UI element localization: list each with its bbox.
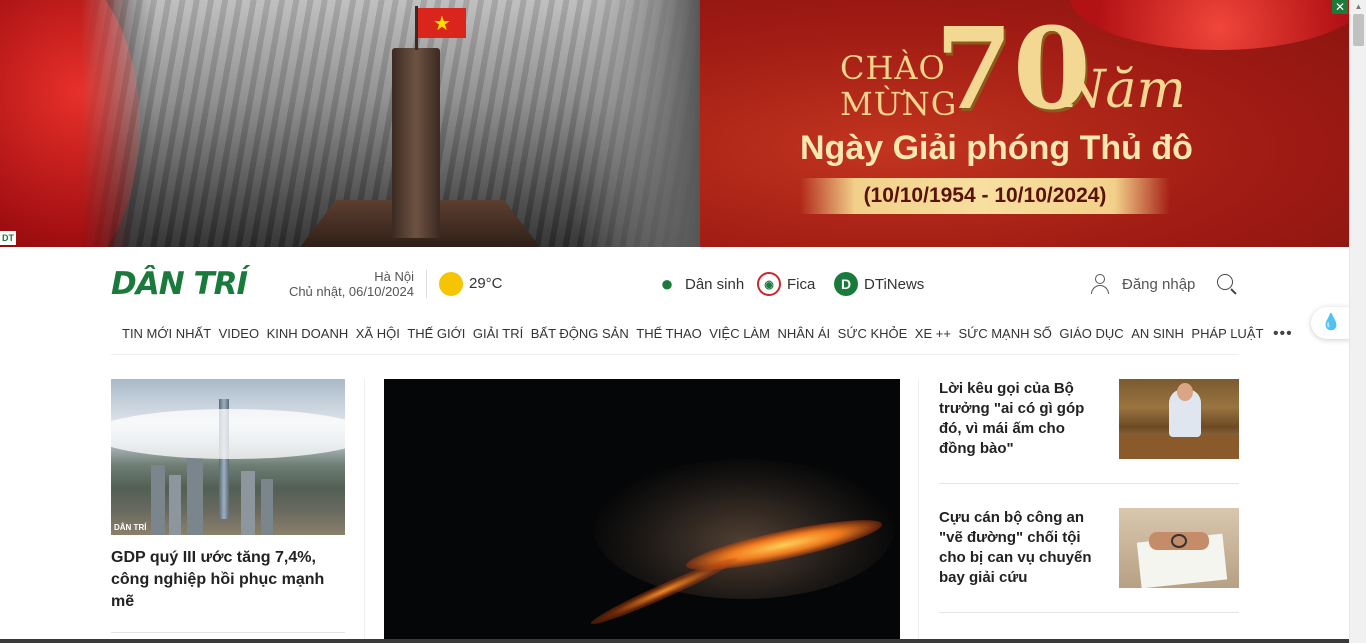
city-label: Hà Nội [374, 269, 414, 284]
scrollbar[interactable]: ▲ [1349, 0, 1366, 643]
banner-nam: Năm [1060, 60, 1186, 120]
search-icon[interactable] [1217, 274, 1237, 295]
scroll-up-icon[interactable]: ▲ [1350, 0, 1366, 14]
page: ★ CHÀO MỪNG 70 Năm Ngày Giải phóng Thủ đ… [0, 0, 1366, 643]
anniversary-banner[interactable]: ★ CHÀO MỪNG 70 Năm Ngày Giải phóng Thủ đ… [0, 0, 1349, 247]
nav-item-giao-duc[interactable]: GIÁO DỤC [1059, 321, 1123, 347]
drop-icon: ● [660, 271, 674, 296]
nav-item-giai-tri[interactable]: GIẢI TRÍ [473, 321, 523, 347]
nav-item-xe[interactable]: XE ++ [915, 321, 951, 347]
nav-item-suc-khoe[interactable]: SỨC KHỎE [838, 321, 908, 347]
divider [111, 632, 345, 633]
hero-image-forest-fire[interactable] [384, 379, 900, 643]
temperature: 29°C [469, 275, 503, 292]
flag-tower [392, 48, 440, 238]
nav-item-kinh-doanh[interactable]: KINH DOANH [267, 321, 349, 347]
close-ad-button[interactable]: ✕ [1332, 0, 1348, 14]
nav-item-the-gioi[interactable]: THẾ GIỚI [407, 321, 465, 347]
dt-mini-logo: DT [0, 231, 16, 245]
globe-icon: ◉ [757, 272, 781, 296]
dantri-logo[interactable]: DÂN TRÍ [111, 267, 248, 301]
brand-dansinh-link[interactable]: ● Dân sinh [655, 271, 744, 297]
nav-item-viec-lam[interactable]: VIỆC LÀM [709, 321, 770, 347]
article-thumbnail[interactable]: DÂN TRÍ [111, 379, 345, 535]
floating-water-button[interactable]: 💧 [1311, 307, 1351, 339]
nav-item-phap-luat[interactable]: PHÁP LUẬT [1191, 321, 1263, 347]
header-divider [426, 270, 427, 298]
thumbnail-watermark: DÂN TRÍ [114, 523, 147, 532]
user-icon [1090, 273, 1110, 295]
nav-item-the-thao[interactable]: THỂ THAO [636, 321, 702, 347]
location-date: Hà Nội Chủ nhật, 06/10/2024 [276, 269, 414, 299]
bottom-bar [0, 639, 1349, 643]
column-divider [364, 379, 365, 643]
nav-item-suc-manh-so[interactable]: SỨC MẠNH SỐ [958, 321, 1051, 347]
side-article[interactable]: Lời kêu gọi của Bộ trưởng "ai có gì góp … [939, 379, 1239, 459]
divider [939, 483, 1239, 484]
nav-item-tin-moi-nhat[interactable]: TIN MỚI NHẤT [122, 321, 211, 347]
brand-dtinews-link[interactable]: D DTiNews [834, 271, 924, 297]
login-label: Đăng nhập [1122, 275, 1196, 293]
login-button[interactable]: Đăng nhập [1090, 273, 1195, 295]
banner-subtitle: Ngày Giải phóng Thủ đô [800, 129, 1193, 167]
column-divider [918, 379, 919, 643]
d-icon: D [834, 272, 858, 296]
brand-label: Dân sinh [685, 275, 745, 293]
brand-label: DTiNews [864, 275, 925, 293]
nav-item-an-sinh[interactable]: AN SINH [1131, 321, 1184, 347]
side-article[interactable]: Cựu cán bộ công an "vẽ đường" chối tội c… [939, 508, 1239, 588]
nav-item-xa-hoi[interactable]: XÃ HỘI [356, 321, 400, 347]
divider [939, 612, 1239, 613]
vietnam-flag-icon: ★ [418, 8, 466, 38]
article-title[interactable]: GDP quý III ước tăng 7,4%, công nghiệp h… [111, 547, 345, 613]
more-icon[interactable]: ••• [1273, 321, 1293, 347]
article-thumbnail[interactable] [1119, 379, 1239, 459]
article-title[interactable]: Lời kêu gọi của Bộ trưởng "ai có gì góp … [939, 379, 1101, 459]
nav-item-nhan-ai[interactable]: NHÂN ÁI [777, 321, 830, 347]
banner-dates: (10/10/1954 - 10/10/2024) [800, 178, 1170, 214]
brand-label: Fica [787, 275, 816, 293]
nav-item-bat-dong-san[interactable]: BẤT ĐỘNG SẢN [531, 321, 629, 347]
brand-fica-link[interactable]: ◉ Fica [757, 271, 815, 297]
sun-icon [439, 272, 463, 296]
article-card-gdp[interactable]: DÂN TRÍ GDP quý III ước tăng 7,4%, công … [111, 379, 345, 613]
nav-item-video[interactable]: VIDEO [219, 321, 259, 347]
article-thumbnail[interactable] [1119, 508, 1239, 588]
main-nav: TIN MỚI NHẤT VIDEO KINH DOANH XÃ HỘI THẾ… [111, 321, 1292, 355]
date-label: Chủ nhật, 06/10/2024 [288, 284, 414, 299]
article-title[interactable]: Cựu cán bộ công an "vẽ đường" chối tội c… [939, 508, 1101, 588]
scroll-thumb[interactable] [1353, 14, 1364, 46]
